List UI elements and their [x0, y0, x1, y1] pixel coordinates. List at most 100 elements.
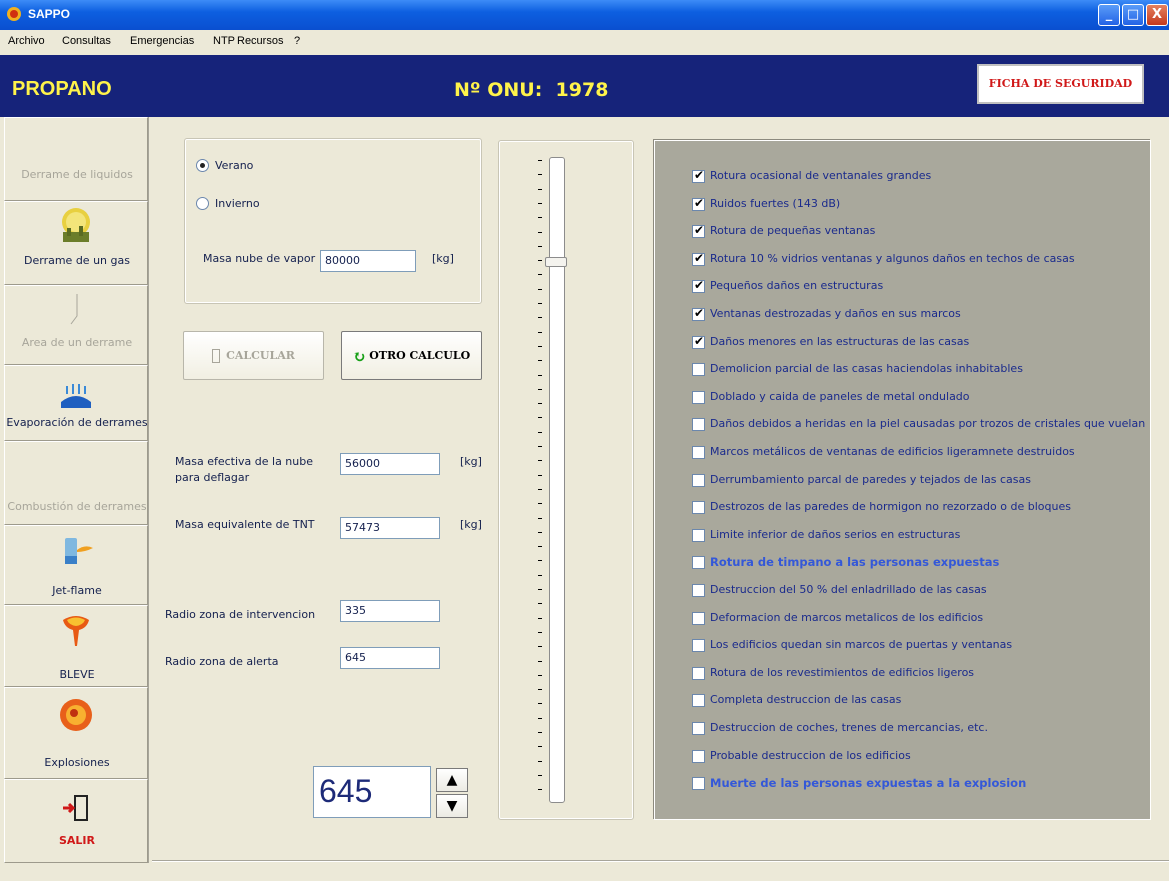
effect-checkbox[interactable]	[692, 584, 705, 597]
effect-label: Rotura de pequeñas ventanas	[710, 224, 876, 238]
effect-checkbox[interactable]	[692, 418, 705, 432]
calculate-button[interactable]: CALCULAR	[183, 331, 324, 380]
effect-label: Doblado y caida de paneles de metal ondu…	[710, 389, 970, 403]
minimize-button[interactable]: _	[1098, 4, 1120, 26]
window-title: SAPPO	[28, 7, 71, 21]
effective-mass-label: Masa efectiva de la nube	[175, 455, 314, 468]
effect-checkbox[interactable]	[692, 473, 705, 487]
up-arrow-icon: ▲	[446, 772, 458, 788]
slider-tick	[538, 245, 542, 247]
exit-button[interactable]: SALIR	[4, 779, 148, 863]
nav-bleve[interactable]: BLEVE	[4, 605, 148, 687]
bleve-icon	[63, 616, 89, 646]
slider-tick	[538, 574, 542, 576]
safety-sheet-button[interactable]: FICHA DE SEGURIDAD	[977, 64, 1144, 104]
effect-checkbox[interactable]	[692, 390, 705, 404]
status-bar	[0, 863, 1169, 881]
nav-explosions[interactable]: Explosiones	[4, 687, 148, 779]
slider-tick	[538, 603, 542, 605]
intervention-radius-output[interactable]: 335	[340, 600, 440, 622]
slider-tick	[538, 374, 542, 376]
slider-tick	[538, 331, 542, 333]
nav-evaporation[interactable]: Evaporación de derrames	[4, 365, 148, 441]
effect-checkbox[interactable]	[692, 251, 705, 266]
effect-checkbox[interactable]	[692, 556, 705, 570]
slider-tick	[538, 231, 542, 233]
effect-label: Destruccion del 50 % del enladrillado de…	[710, 583, 987, 596]
distance-slider-thumb[interactable]	[545, 257, 567, 268]
winter-radio[interactable]	[196, 197, 209, 210]
distance-spinner-value[interactable]: 645	[313, 766, 431, 818]
slider-tick	[538, 388, 542, 390]
effect-checkbox[interactable]	[692, 722, 705, 735]
effect-checkbox[interactable]	[692, 223, 705, 239]
new-calculation-button[interactable]: ↻ OTRO CALCULO	[341, 331, 482, 380]
effect-label: Los edificios quedan sin marcos de puert…	[710, 638, 1013, 652]
effect-checkbox[interactable]	[692, 306, 705, 321]
alert-radius-output[interactable]: 645	[340, 647, 440, 669]
nav-label: Jet-flame	[52, 584, 102, 597]
spinner-down-button[interactable]: ▼	[436, 794, 468, 818]
effect-checkbox[interactable]	[692, 666, 705, 680]
effect-checkbox[interactable]	[692, 278, 705, 294]
slider-tick	[538, 674, 542, 676]
nav-gas-spill[interactable]: Derrame de un gas	[4, 201, 148, 285]
gas-cloud-icon	[62, 208, 90, 242]
vapor-mass-input[interactable]: 80000	[320, 250, 416, 272]
effective-mass-label-2: para deflagar	[175, 471, 250, 484]
slider-tick	[538, 474, 542, 476]
summer-radio[interactable]	[196, 159, 209, 172]
effect-label: Daños debidos a heridas en la piel causa…	[710, 417, 1146, 431]
slider-tick	[538, 260, 542, 262]
nav-label: Derrame de liquidos	[21, 168, 133, 181]
onu-number: Nº ONU: 1978	[454, 79, 608, 101]
tnt-mass-output[interactable]: 57473	[340, 517, 440, 539]
menu-recursos[interactable]: Recursos	[237, 35, 283, 47]
summer-label: Verano	[215, 159, 254, 172]
nav-jet-flame[interactable]: Jet-flame	[4, 525, 148, 605]
effect-checkbox[interactable]	[692, 196, 705, 211]
effective-mass-unit: [kg]	[460, 455, 482, 468]
menu-emergencias[interactable]: Emergencias	[130, 35, 194, 47]
refresh-icon: ↻	[352, 346, 367, 366]
slider-tick	[538, 517, 542, 519]
effect-checkbox[interactable]	[692, 639, 705, 653]
slider-tick	[538, 488, 542, 490]
spinner-up-button[interactable]: ▲	[436, 768, 468, 792]
slider-tick	[538, 631, 542, 633]
down-arrow-icon: ▼	[446, 798, 458, 814]
menu-help[interactable]: ?	[294, 35, 300, 47]
slider-tick	[538, 446, 542, 447]
maximize-button[interactable]: □	[1122, 4, 1144, 26]
nav-label: Evaporación de derrames	[6, 416, 148, 429]
effect-checkbox[interactable]	[692, 363, 705, 377]
effective-mass-output[interactable]: 56000	[340, 453, 440, 475]
close-button[interactable]: X	[1146, 4, 1168, 26]
effect-checkbox[interactable]	[692, 749, 705, 763]
exit-door-icon	[63, 795, 88, 821]
menu-archivo[interactable]: Archivo	[8, 35, 45, 47]
slider-tick	[538, 746, 542, 748]
slider-tick	[538, 689, 542, 691]
effect-checkbox[interactable]	[692, 168, 705, 183]
nav-spill-area[interactable]: Area de un derrame	[4, 285, 148, 365]
calculate-label: CALCULAR	[226, 349, 295, 362]
menu-ntp[interactable]: NTP	[213, 35, 235, 47]
slider-tick	[538, 774, 542, 776]
effect-label: Completa destruccion de las casas	[710, 693, 902, 707]
effect-checkbox[interactable]	[692, 334, 705, 349]
menu-consultas[interactable]: Consultas	[62, 35, 111, 47]
slider-tick	[538, 503, 542, 505]
effect-checkbox[interactable]	[692, 611, 705, 625]
effect-checkbox[interactable]	[692, 694, 705, 708]
effect-checkbox[interactable]	[692, 777, 705, 791]
distance-slider-track[interactable]	[549, 157, 565, 803]
slider-tick	[538, 717, 542, 719]
effect-checkbox[interactable]	[692, 501, 705, 515]
slider-tick	[538, 317, 542, 319]
nav-combustion[interactable]: Combustión de derrames	[4, 441, 148, 525]
nav-liquid-spill[interactable]: Derrame de liquidos	[4, 117, 148, 201]
jet-flame-icon	[65, 538, 93, 564]
effect-checkbox[interactable]	[692, 528, 705, 542]
effect-checkbox[interactable]	[692, 446, 705, 459]
